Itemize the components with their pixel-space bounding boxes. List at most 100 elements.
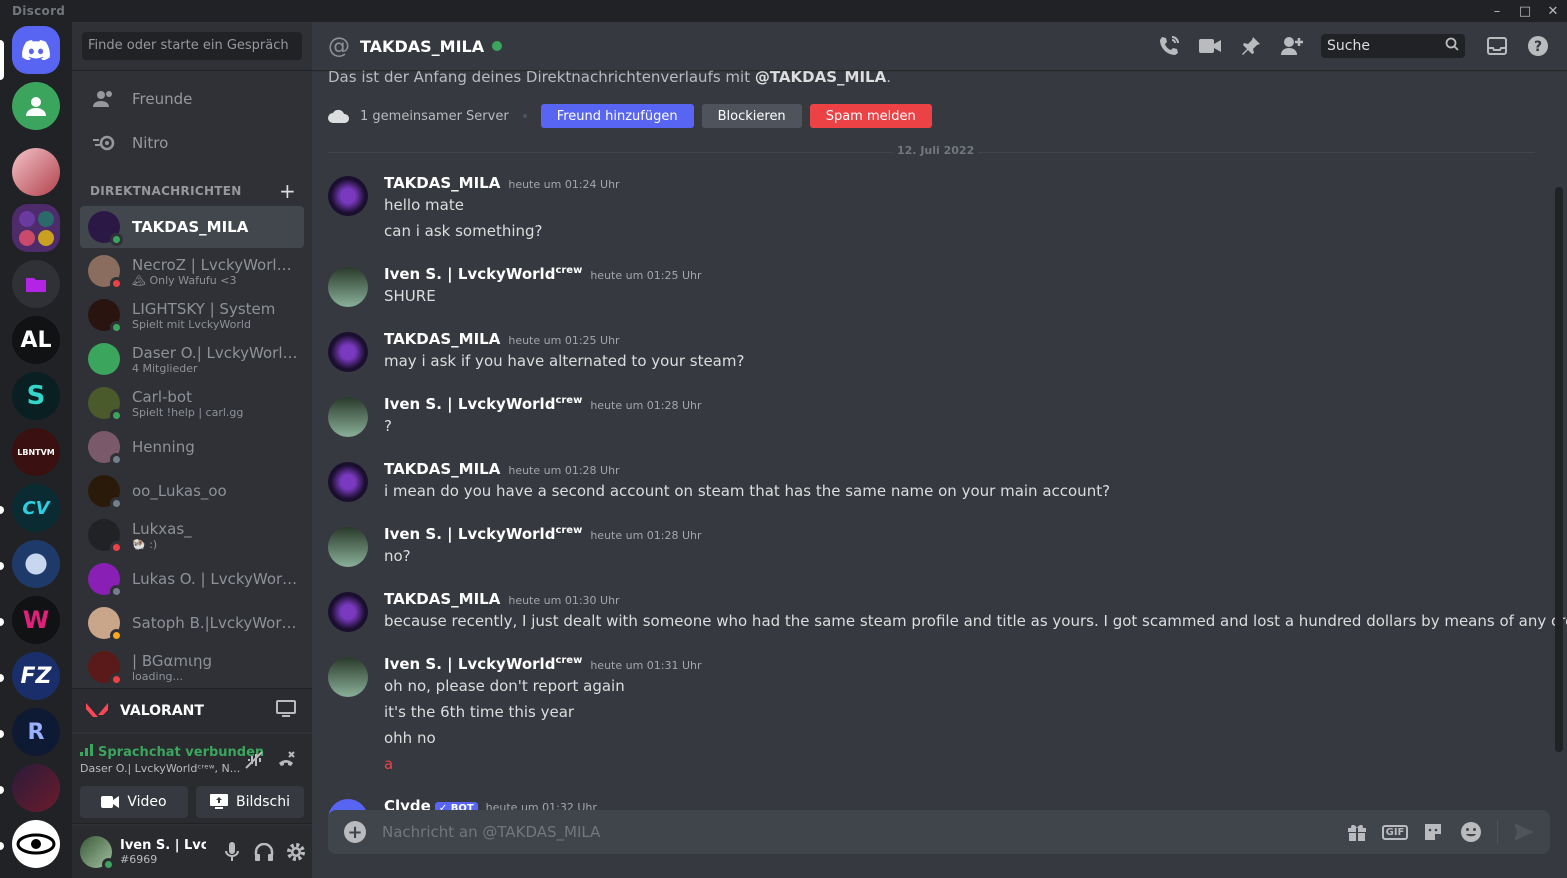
dm-intro-actions: 1 gemeinsamer Server Freund hinzufügen B…: [328, 104, 940, 128]
dm-item[interactable]: Carl-bot Spielt !help | carl.gg: [80, 382, 304, 424]
al-server-icon[interactable]: AL: [12, 316, 60, 364]
report-spam-button[interactable]: Spam melden: [809, 104, 932, 128]
video-call-icon[interactable]: [1198, 34, 1222, 58]
dm-name: Lukas O. | LvckyWorld...: [132, 570, 300, 588]
message-author[interactable]: TAKDAS_MILA: [384, 590, 500, 608]
unread-indicator: [0, 618, 4, 626]
dm-name: TAKDAS_MILA: [132, 218, 249, 236]
dm-name: Daser O.| LvckyWorldᶜʳᵉʷ, N...: [132, 343, 300, 362]
message-text: because recently, I just dealt with some…: [384, 612, 1567, 630]
message-avatar[interactable]: [328, 592, 368, 632]
block-button[interactable]: Blockieren: [701, 104, 802, 128]
message-avatar[interactable]: [328, 332, 368, 372]
w-server-icon[interactable]: W: [12, 596, 60, 644]
chat-title[interactable]: TAKDAS_MILA: [360, 37, 484, 56]
r-server-icon[interactable]: R: [12, 708, 60, 756]
message-author[interactable]: TAKDAS_MILA: [384, 460, 500, 478]
s-server-icon[interactable]: S: [12, 372, 60, 420]
inbox-icon[interactable]: [1485, 34, 1509, 58]
minimize-button[interactable]: –: [1483, 0, 1511, 22]
gif-button[interactable]: GIF: [1381, 820, 1409, 844]
voice-group-button[interactable]: [12, 82, 60, 130]
fz-server-icon[interactable]: FZ: [12, 652, 60, 700]
microphone-icon[interactable]: [216, 836, 248, 868]
server-folder-icon[interactable]: [12, 204, 60, 252]
message-avatar[interactable]: [328, 267, 368, 307]
dm-name: Carl-bot: [132, 387, 192, 406]
dm-item[interactable]: oo_Lukas_oo: [80, 470, 304, 512]
unread-indicator: [0, 786, 4, 794]
user-info[interactable]: Iven S. | Lvc... #6969: [120, 838, 216, 866]
create-dm-button[interactable]: +: [279, 181, 296, 201]
emoji-icon[interactable]: [1459, 820, 1483, 844]
folder-icon[interactable]: [12, 260, 60, 308]
message-author[interactable]: Iven S. | LvckyWorldcrew: [384, 655, 582, 673]
message-author[interactable]: TAKDAS_MILA: [384, 330, 500, 348]
message-avatar[interactable]: [328, 176, 368, 216]
voice-channel[interactable]: Daser O.| LvckyWorldᶜʳᵉʷ, N...: [80, 762, 240, 775]
dm-item[interactable]: Daser O.| LvckyWorldᶜʳᵉʷ, N...4 Mitglied…: [80, 338, 304, 380]
dm-search-input[interactable]: Finde oder starte ein Gespräch: [82, 32, 302, 60]
dm-subtext: Spielt mit LvckyWorld: [132, 317, 251, 331]
scrollbar-track[interactable]: [1555, 187, 1563, 752]
upload-button[interactable]: +: [344, 821, 366, 843]
message-author[interactable]: Iven S. | LvckyWorldcrew: [384, 265, 582, 283]
dm-item[interactable]: Henning: [80, 426, 304, 468]
unread-indicator: [0, 674, 4, 682]
disconnect-icon[interactable]: [276, 750, 300, 774]
dm-name: Lukxas_: [132, 519, 192, 538]
header-search-input[interactable]: Suche: [1321, 34, 1465, 58]
lbntvm-server-icon[interactable]: LBNTVM: [12, 428, 60, 476]
message-author[interactable]: TAKDAS_MILA: [384, 174, 500, 192]
message-avatar[interactable]: [328, 657, 368, 697]
dm-item[interactable]: NecroZ | LvckyWorldᶜʳᵉʷ 🏔 Only Wafufu <3: [80, 250, 304, 292]
dm-name: LIGHTSKY | System: [132, 299, 276, 318]
settings-gear-icon[interactable]: [280, 836, 312, 868]
screen-share-icon[interactable]: [276, 699, 300, 722]
video-button[interactable]: Video: [80, 786, 188, 818]
scrollbar-thumb[interactable]: [1555, 187, 1563, 752]
maximize-button[interactable]: □: [1511, 0, 1539, 22]
crest-server-icon[interactable]: [12, 540, 60, 588]
screen-share-button[interactable]: Bildschi: [196, 786, 304, 818]
nav-nitro[interactable]: Nitro: [80, 122, 304, 164]
nav-friends[interactable]: Freunde: [80, 78, 304, 120]
close-button[interactable]: ✕: [1539, 0, 1567, 22]
message-author[interactable]: Iven S. | LvckyWorldcrew: [384, 525, 582, 543]
red-server-icon[interactable]: [12, 764, 60, 812]
message-timestamp: heute um 01:30 Uhr: [508, 594, 620, 607]
pin-icon[interactable]: [1239, 34, 1263, 58]
dm-item[interactable]: Lukas O. | LvckyWorld...: [80, 558, 304, 600]
headphones-icon[interactable]: [248, 836, 280, 868]
dm-item[interactable]: | BGαmιηg loading...: [80, 646, 304, 688]
gift-icon[interactable]: [1345, 820, 1369, 844]
noise-suppression-icon[interactable]: [244, 750, 268, 774]
dm-item[interactable]: LIGHTSKY | System Spielt mit LvckyWorld: [80, 294, 304, 336]
message-avatar[interactable]: [328, 462, 368, 502]
message-timestamp: heute um 01:28 Uhr: [590, 529, 702, 542]
voice-call-icon[interactable]: [1157, 34, 1181, 58]
status-idle-indicator: [110, 629, 123, 642]
anime-server-icon[interactable]: [12, 148, 60, 196]
help-icon[interactable]: ?: [1526, 34, 1550, 58]
send-icon[interactable]: [1512, 820, 1536, 844]
home-button[interactable]: [12, 26, 60, 74]
message-input[interactable]: Nachricht an @TAKDAS_MILA: [382, 823, 1345, 841]
user-avatar[interactable]: [80, 835, 115, 871]
add-friend-to-dm-icon[interactable]: [1280, 34, 1304, 58]
message-avatar[interactable]: [328, 397, 368, 437]
cv-server-icon[interactable]: CV: [12, 484, 60, 532]
status-online-indicator: [102, 857, 115, 871]
voice-status[interactable]: Sprachchat verbunden: [80, 744, 264, 760]
server-rail: AL S LBNTVM CV W FZ R: [0, 22, 72, 878]
add-friend-button[interactable]: Freund hinzufügen: [540, 104, 694, 128]
valorant-icon: [86, 700, 108, 722]
message-avatar[interactable]: [328, 527, 368, 567]
mutual-servers[interactable]: 1 gemeinsamer Server: [328, 109, 509, 124]
message-author[interactable]: Iven S. | LvckyWorldcrew: [384, 395, 582, 413]
dm-item[interactable]: TAKDAS_MILA: [80, 206, 304, 248]
dm-item[interactable]: Satoph B.|LvckyWorld....: [80, 602, 304, 644]
sticker-icon[interactable]: [1421, 820, 1445, 844]
dm-item[interactable]: Lukxas_ 🐏 :): [80, 514, 304, 556]
eye-server-icon[interactable]: [12, 820, 60, 868]
